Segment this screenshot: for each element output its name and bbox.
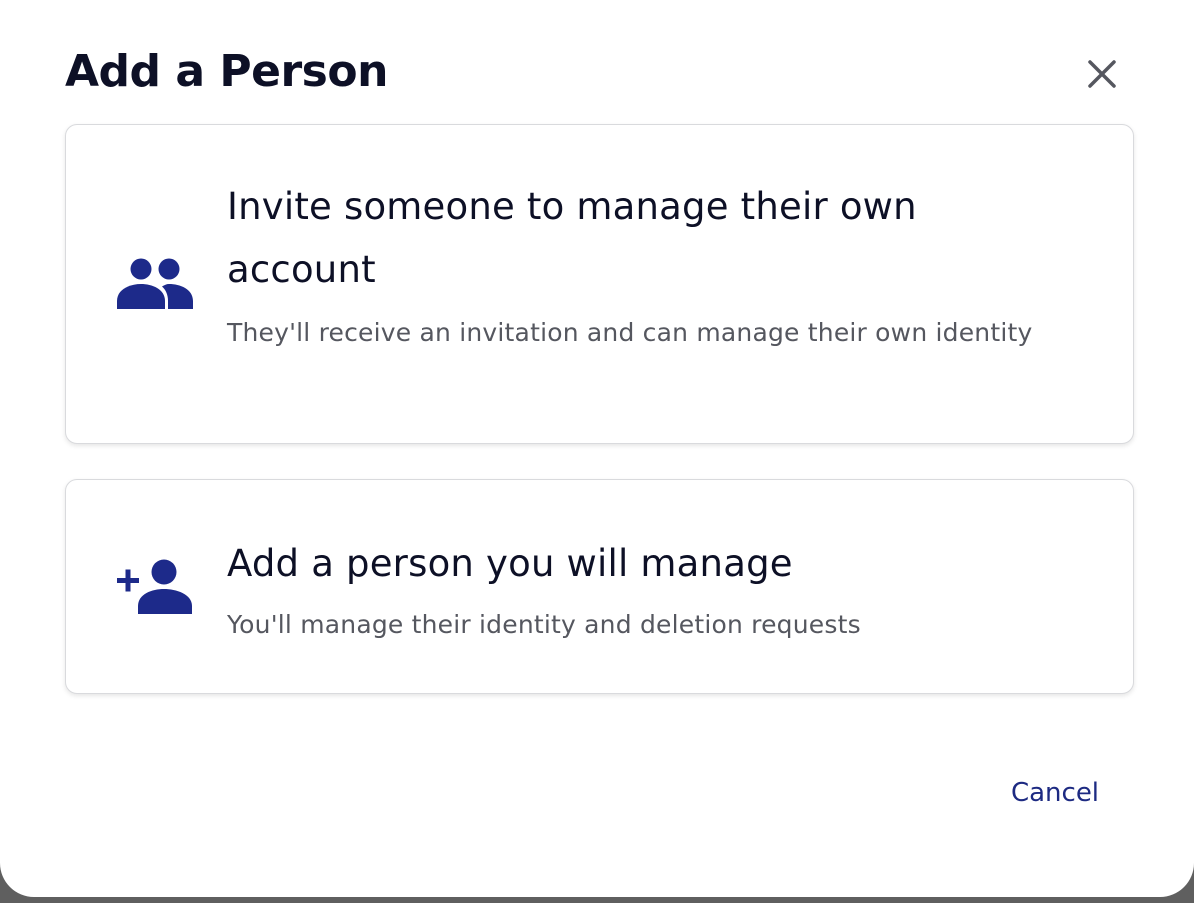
cancel-button[interactable]: Cancel bbox=[980, 770, 1130, 816]
add-person-dialog: Add a Person Invite someone to manage th… bbox=[0, 0, 1194, 897]
invite-option-text: Invite someone to manage their own accou… bbox=[227, 175, 1047, 353]
dialog-title: Add a Person bbox=[65, 46, 388, 97]
invite-option-title: Invite someone to manage their own accou… bbox=[227, 185, 917, 291]
people-icon bbox=[116, 257, 194, 311]
managed-person-option-description: You'll manage their identity and deletio… bbox=[227, 610, 861, 639]
invite-option-card[interactable]: Invite someone to manage their own accou… bbox=[65, 124, 1134, 444]
managed-person-option-title: Add a person you will manage bbox=[227, 542, 793, 585]
invite-option-description: They'll receive an invitation and can ma… bbox=[227, 318, 1033, 347]
managed-person-option-text: Add a person you will manage You'll mana… bbox=[227, 532, 1047, 645]
close-button[interactable] bbox=[1076, 48, 1128, 100]
close-icon[interactable] bbox=[1087, 59, 1117, 89]
add-person-icon bbox=[116, 558, 196, 616]
managed-person-option-card[interactable]: Add a person you will manage You'll mana… bbox=[65, 479, 1134, 694]
